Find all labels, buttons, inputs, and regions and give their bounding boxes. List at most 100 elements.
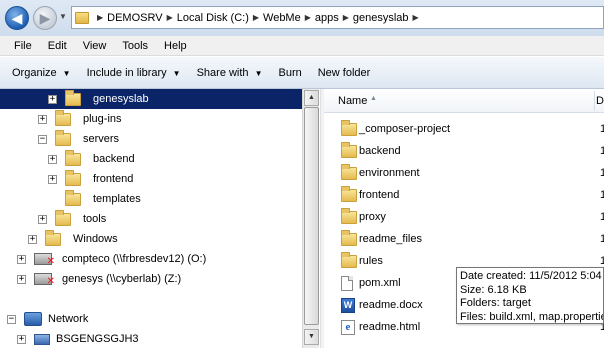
tree-item-tools[interactable]: + tools [38,209,106,229]
crumb-3[interactable]: apps [315,12,339,24]
column-date-header[interactable]: D [596,95,604,107]
file-date: 1 [600,233,604,245]
tooltip-date-created: Date created: 11/5/2012 5:04 [460,270,602,282]
folder-icon [55,209,71,226]
tree-label: tools [83,213,107,225]
breadcrumb: ▶ DEMOSRV ▶ Local Disk (C:) ▶ WebMe ▶ ap… [93,12,423,24]
column-name-header[interactable]: Name [338,95,367,107]
folder-icon [341,185,357,202]
scroll-thumb[interactable] [304,107,319,325]
list-item[interactable]: backend 1 [324,140,604,162]
file-date: 1 [600,167,604,179]
tree-item-genesys-drive[interactable]: + genesys (\\cyberlab) (Z:) [17,269,181,289]
expand-icon[interactable]: + [17,254,26,264]
tree-label: plug-ins [83,113,122,125]
expand-icon[interactable]: + [28,234,37,244]
folder-icon [65,189,81,206]
folder-icon [65,149,81,166]
list-item[interactable]: _composer-project 1 [324,118,604,140]
tree-label: Windows [73,233,118,245]
expand-icon[interactable]: + [38,214,47,224]
tree-item-computer[interactable]: + BSGENGSGJH3 [17,329,139,348]
tree-label: genesys (\\cyberlab) (Z:) [62,273,182,285]
menu-tools[interactable]: Tools [114,40,156,52]
tree-item-network[interactable]: − Network [7,309,88,329]
tree-item-plug-ins[interactable]: + plug-ins [38,109,122,129]
forward-button[interactable]: ▶ [33,6,57,30]
column-divider[interactable] [594,91,595,111]
folder-icon [75,11,89,24]
list-item[interactable]: environment 1 [324,162,604,184]
file-date: 1 [600,145,604,157]
tree-item-servers[interactable]: − servers [38,129,119,149]
expand-icon[interactable]: + [17,274,26,284]
navigation-scrollbar[interactable]: ▲ ▼ [302,89,319,348]
menu-help[interactable]: Help [156,40,195,52]
list-item[interactable]: frontend 1 [324,184,604,206]
menu-file[interactable]: File [6,40,40,52]
chevron-down-icon: ▼ [62,68,71,78]
file-date: 1 [600,211,604,223]
chevron-right-icon[interactable]: ▶ [343,13,349,22]
chevron-down-icon: ▼ [172,68,181,78]
expand-icon[interactable]: + [48,154,57,164]
crumb-2[interactable]: WebMe [263,12,301,24]
expand-icon[interactable]: + [38,114,47,124]
folder-icon [341,141,357,158]
file-name: readme.html [359,321,421,333]
tree-label: BSGENGSGJH3 [56,333,139,345]
file-name: backend [359,145,401,157]
navigation-pane: + genesyslab + plug-ins − servers + back… [0,89,302,348]
recent-pages-dropdown[interactable]: ▼ [59,12,67,21]
network-icon [24,312,42,326]
tree-item-compteco-drive[interactable]: + compteco (\\frbresdev12) (O:) [17,249,206,269]
share-with-label: Share with [196,66,249,79]
tree-item-templates[interactable]: templates [65,189,141,209]
crumb-0[interactable]: DEMOSRV [107,12,162,24]
tree-item-windows[interactable]: + Windows [28,229,118,249]
disconnected-drive-icon [34,273,55,287]
new-folder-button[interactable]: New folder [310,67,379,79]
chevron-right-icon[interactable]: ▶ [167,13,173,22]
html-file-icon: e [341,319,355,335]
disconnected-drive-icon [34,253,55,267]
back-button[interactable]: ◀ [5,6,29,30]
file-name: _composer-project [359,123,451,135]
file-name: environment [359,167,420,179]
scroll-up-button[interactable]: ▲ [304,90,319,106]
share-with-button[interactable]: Share with ▼ [189,67,271,79]
chevron-right-icon[interactable]: ▶ [413,13,419,22]
tree-label: genesyslab [93,93,149,105]
tooltip-folders: Folders: target [460,297,531,309]
expand-icon[interactable]: + [48,94,57,104]
list-item[interactable]: proxy 1 [324,206,604,228]
menu-edit[interactable]: Edit [40,40,75,52]
list-item[interactable]: readme_files 1 [324,228,604,250]
file-name: frontend [359,189,400,201]
address-bar[interactable]: ▶ DEMOSRV ▶ Local Disk (C:) ▶ WebMe ▶ ap… [71,6,604,29]
tooltip-files: Files: build.xml, map.propertie [460,310,604,323]
tree-item-frontend[interactable]: + frontend [48,169,133,189]
tree-item-genesyslab[interactable]: + genesyslab [0,89,302,109]
collapse-icon[interactable]: − [7,314,16,324]
file-date: 1 [600,189,604,201]
tree-item-backend[interactable]: + backend [48,149,135,169]
chevron-right-icon[interactable]: ▶ [305,13,311,22]
crumb-4[interactable]: genesyslab [353,12,409,24]
chevron-right-icon[interactable]: ▶ [253,13,259,22]
menu-view[interactable]: View [75,40,115,52]
collapse-icon[interactable]: − [38,134,47,144]
chevron-right-icon[interactable]: ▶ [97,13,103,22]
scroll-down-button[interactable]: ▼ [304,329,319,345]
organize-button[interactable]: Organize ▼ [4,67,79,79]
expand-icon[interactable]: + [17,334,26,344]
burn-button[interactable]: Burn [270,67,309,79]
crumb-1[interactable]: Local Disk (C:) [177,12,249,24]
file-date: 1 [600,255,604,267]
include-in-library-button[interactable]: Include in library ▼ [79,67,189,79]
folder-icon [65,169,81,186]
expand-icon[interactable]: + [48,174,57,184]
organize-label: Organize [12,66,57,79]
arrow-down-icon: ▼ [308,333,315,340]
tree-label: compteco (\\frbresdev12) (O:) [62,253,207,265]
